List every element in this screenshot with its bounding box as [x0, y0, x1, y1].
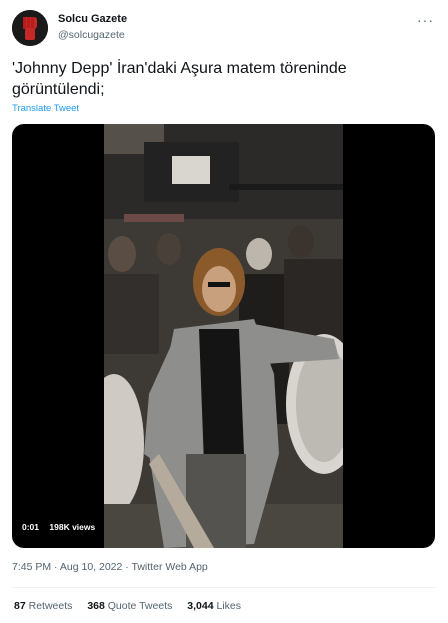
likes-count: 3,044 [187, 600, 214, 612]
tweet-stats: 87 Retweets 368 Quote Tweets 3,044 Likes [14, 600, 253, 612]
quotes-label: Quote Tweets [107, 600, 173, 612]
translate-tweet-link[interactable]: Translate Tweet [12, 103, 79, 114]
tweet-source[interactable]: Twitter Web App [132, 561, 208, 573]
raised-fist-icon [12, 10, 48, 46]
video-views: 198K views [49, 522, 96, 532]
tweet-date[interactable]: Aug 10, 2022 [60, 561, 122, 573]
tweet-time[interactable]: 7:45 PM [12, 561, 51, 573]
meta-separator: · [54, 561, 58, 573]
meta-separator: · [125, 561, 129, 573]
video-still [104, 124, 343, 548]
likes-stat[interactable]: 3,044 Likes [187, 600, 241, 612]
author-name[interactable]: Solcu Gazete [58, 13, 127, 25]
video-badge: 0:01 198K views [22, 522, 103, 532]
author-handle[interactable]: @solcugazete [58, 29, 125, 41]
retweets-count: 87 [14, 600, 26, 612]
quote-tweets-stat[interactable]: 368 Quote Tweets [87, 600, 172, 612]
avatar[interactable] [12, 10, 48, 46]
tweet-text: 'Johnny Depp' İran'daki Aşura matem töre… [12, 60, 347, 98]
video-frame[interactable] [104, 124, 343, 548]
video-timestamp: 0:01 [22, 522, 40, 532]
quotes-count: 368 [87, 600, 105, 612]
divider [12, 587, 436, 588]
tweet-meta: 7:45 PM · Aug 10, 2022 · Twitter Web App [12, 561, 208, 573]
more-dots-icon[interactable]: ··· [417, 12, 434, 28]
likes-label: Likes [216, 600, 242, 612]
retweets-label: Retweets [28, 600, 73, 612]
retweets-stat[interactable]: 87 Retweets [14, 600, 72, 612]
video-player[interactable]: 0:01 198K views [12, 124, 435, 548]
tweet-header: Solcu Gazete @solcugazete ··· [12, 10, 436, 48]
